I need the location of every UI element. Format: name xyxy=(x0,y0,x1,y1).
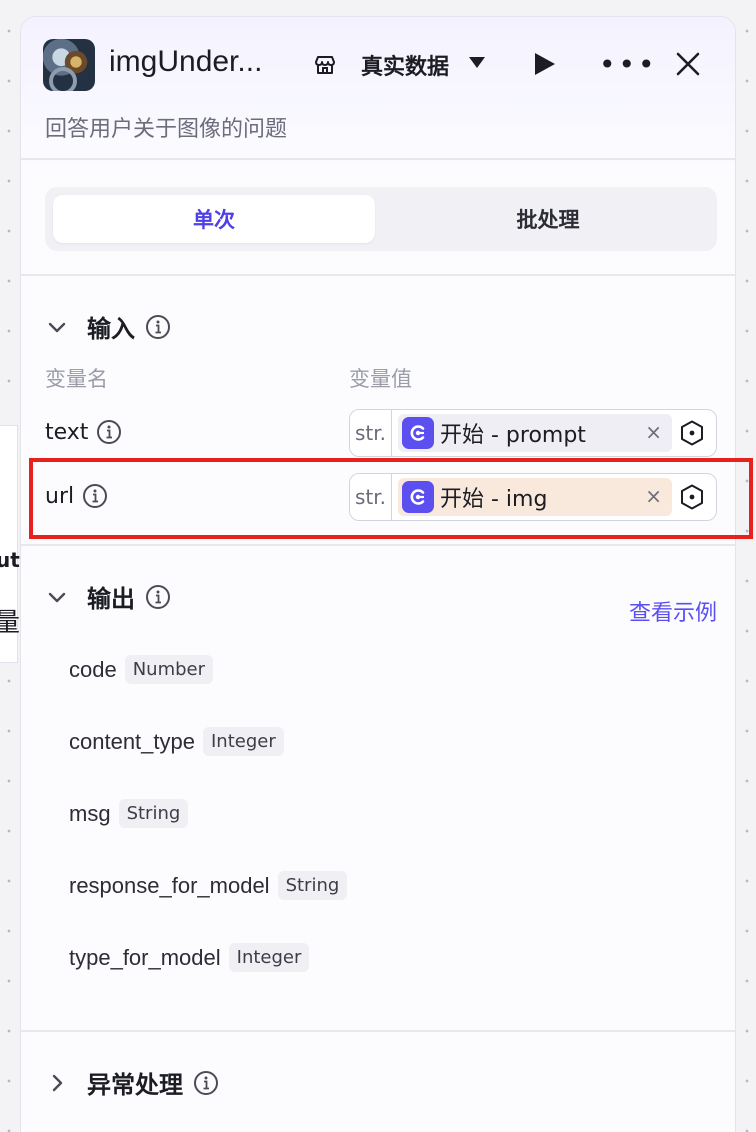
divider xyxy=(21,274,735,276)
variable-picker-icon[interactable] xyxy=(678,419,706,447)
type-tag: String xyxy=(118,799,189,828)
input-section-header[interactable]: 输入 xyxy=(45,309,171,344)
type-tag: Number xyxy=(124,655,214,684)
node-settings-panel: imgUnder... 真实数据 ••• 回答用户关于图像的问题 单次 批处理 … xyxy=(20,16,736,1132)
panel-header-background xyxy=(21,17,735,177)
output-item: msg String xyxy=(69,799,189,828)
output-name: msg xyxy=(69,800,111,826)
chevron-down-icon[interactable] xyxy=(45,585,69,609)
chevron-right-icon[interactable] xyxy=(45,1071,69,1095)
exception-section-title: 异常处理 xyxy=(87,1071,183,1099)
output-name: content_type xyxy=(69,728,195,754)
type-tag: Integer xyxy=(202,727,284,756)
run-play-icon[interactable] xyxy=(535,53,555,75)
view-example-link[interactable]: 查看示例 xyxy=(629,595,717,627)
node-avatar-icon xyxy=(43,39,95,91)
input-var-name-text: text xyxy=(45,419,122,445)
divider xyxy=(21,158,735,160)
input-section-title: 输入 xyxy=(87,315,135,343)
mode-segmented-control: 单次 批处理 xyxy=(45,187,717,251)
tab-batch[interactable]: 批处理 xyxy=(387,195,709,243)
type-label: str. xyxy=(350,410,392,456)
caret-down-icon[interactable] xyxy=(469,57,485,68)
info-icon[interactable] xyxy=(145,584,171,610)
divider xyxy=(21,544,735,546)
store-icon[interactable] xyxy=(313,53,337,77)
chevron-down-icon[interactable] xyxy=(45,315,69,339)
highlight-box xyxy=(29,458,753,539)
node-description: 回答用户关于图像的问题 xyxy=(45,117,288,142)
background-node-card: ut 量 xyxy=(0,425,21,663)
node-title[interactable]: imgUnder... xyxy=(109,45,304,79)
output-item: code Number xyxy=(69,655,214,684)
output-item: response_for_model String xyxy=(69,871,348,900)
info-icon[interactable] xyxy=(145,314,171,340)
data-source-select[interactable]: 真实数据 xyxy=(361,49,449,81)
var-name-label: text xyxy=(45,419,89,445)
info-icon[interactable] xyxy=(193,1070,219,1096)
input-var-value-text[interactable]: str. 开始 - prompt × xyxy=(349,409,717,457)
divider xyxy=(21,1030,735,1032)
info-icon[interactable] xyxy=(96,419,122,445)
output-section-header[interactable]: 输出 xyxy=(45,579,171,614)
type-tag: String xyxy=(277,871,348,900)
type-tag: Integer xyxy=(228,943,310,972)
output-item: content_type Integer xyxy=(69,727,284,756)
variable-reference-chip[interactable]: 开始 - prompt × xyxy=(398,414,672,452)
reference-text: 开始 - prompt xyxy=(440,423,586,448)
close-icon[interactable] xyxy=(675,51,701,77)
remove-reference-icon[interactable]: × xyxy=(645,420,662,444)
variable-name-column-label: 变量名 xyxy=(45,367,108,391)
more-options-icon[interactable]: ••• xyxy=(599,51,658,79)
background-node-label: 量 xyxy=(0,608,21,638)
output-item: type_for_model Integer xyxy=(69,943,310,972)
output-name: type_for_model xyxy=(69,944,221,970)
output-name: response_for_model xyxy=(69,872,270,898)
exception-section-header[interactable]: 异常处理 xyxy=(45,1065,219,1100)
start-node-icon xyxy=(402,417,434,449)
tab-single[interactable]: 单次 xyxy=(53,195,375,243)
output-name: code xyxy=(69,656,117,682)
variable-value-column-label: 变量值 xyxy=(349,367,412,391)
background-node-text: ut xyxy=(0,548,20,572)
output-section-title: 输出 xyxy=(87,585,135,613)
